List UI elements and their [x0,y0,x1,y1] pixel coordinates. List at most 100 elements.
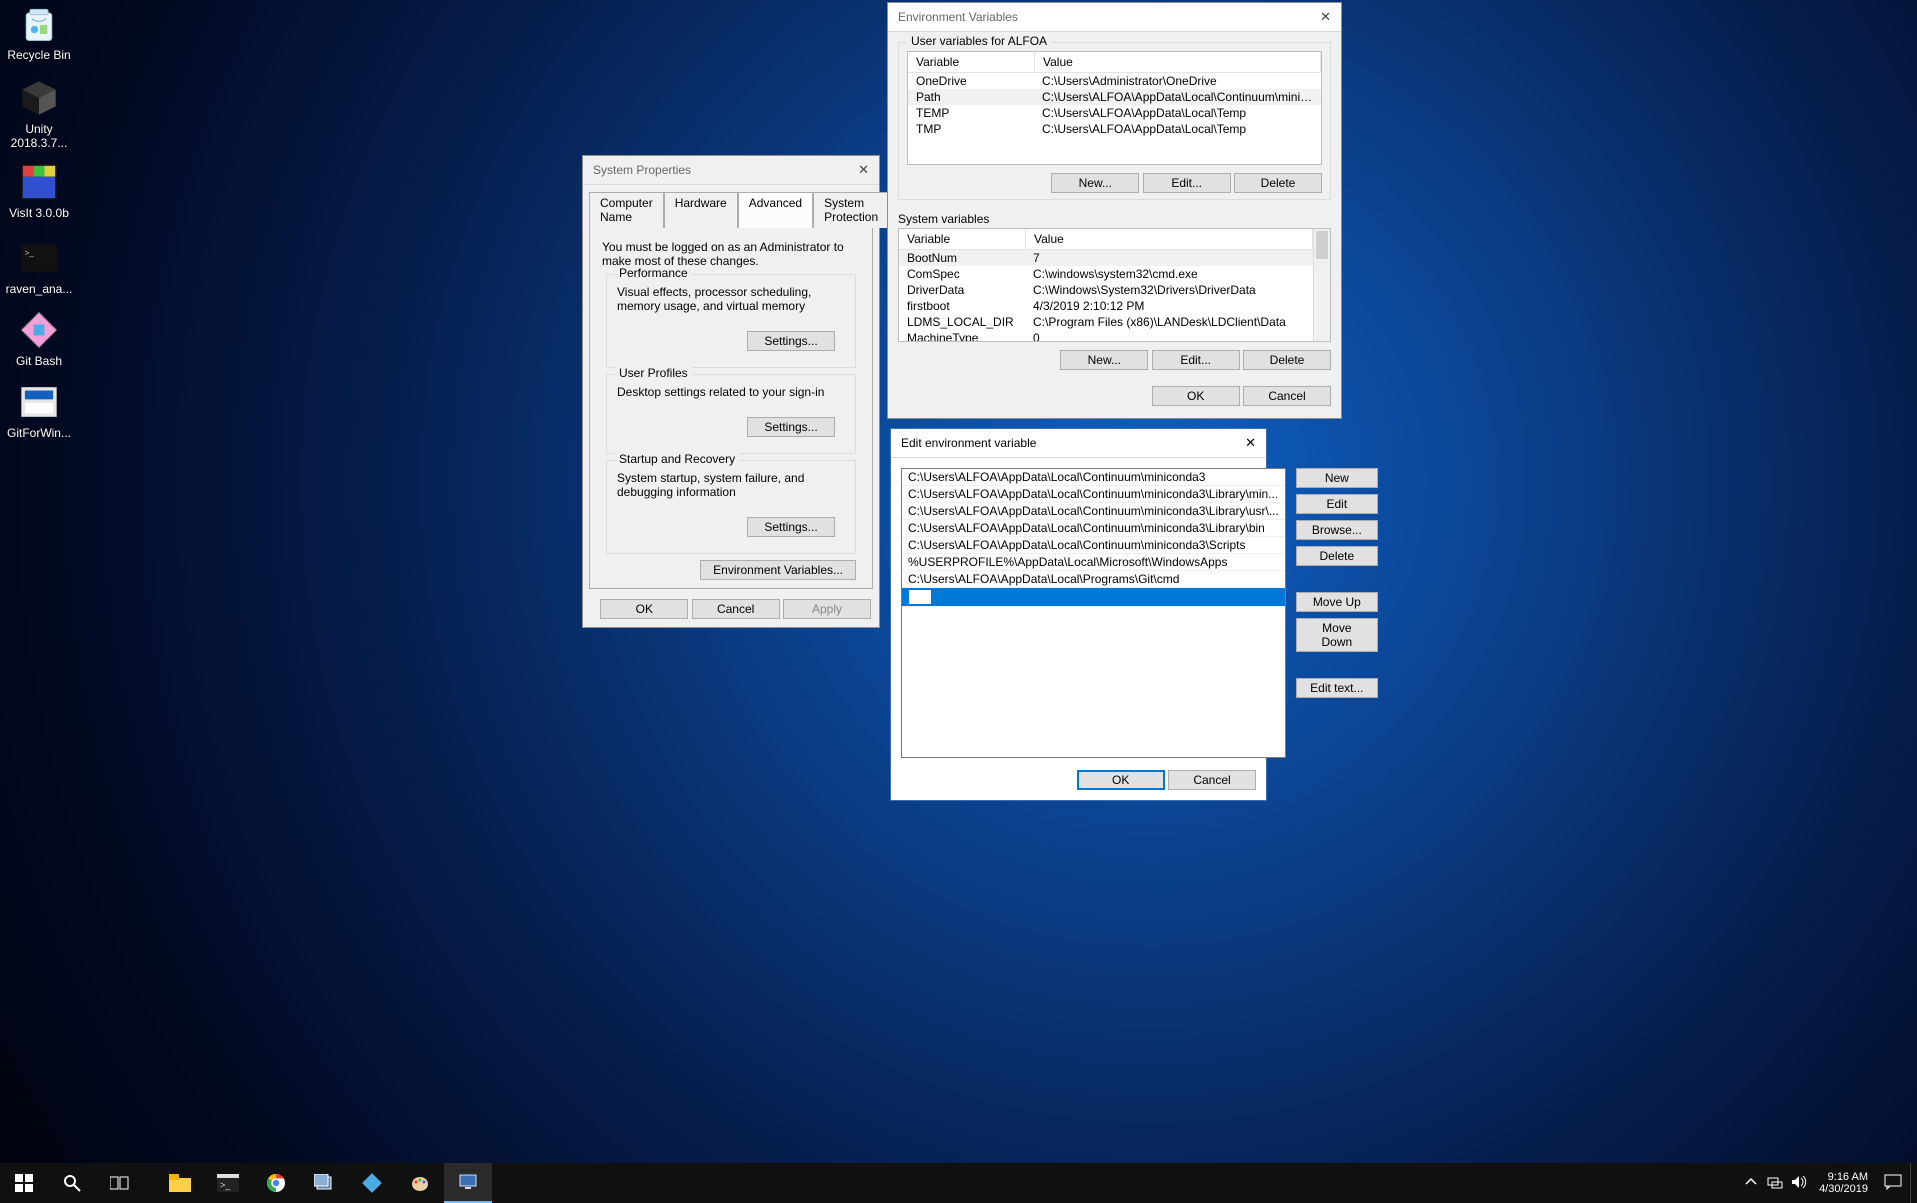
desktop-icon-unity[interactable]: Unity 2018.3.7... [0,76,78,150]
taskbar-app-generic1[interactable] [300,1163,348,1203]
user-var-row[interactable]: TMPC:\Users\ALFOA\AppData\Local\Temp [908,121,1321,137]
system-vars-legend: System variables [898,212,1331,226]
apply-button[interactable]: Apply [783,599,871,619]
edit-button[interactable]: Edit [1296,494,1378,514]
tray-network-icon[interactable] [1763,1175,1787,1192]
cell-value: C:\Program Files (x86)\LANDesk\LDClient\… [1025,314,1313,330]
action-center-icon[interactable] [1876,1174,1910,1193]
taskbar-app-git-bash[interactable] [348,1163,396,1203]
chrome-icon [266,1173,286,1193]
system-vars-listview[interactable]: Variable Value BootNum7ComSpecC:\windows… [898,228,1331,342]
sys-var-row[interactable]: BootNum7 [899,250,1313,266]
path-row[interactable]: C:\Users\ALFOA\AppData\Local\Continuum\m… [902,537,1285,554]
search-button[interactable] [48,1163,96,1203]
close-icon[interactable]: ✕ [1316,9,1335,25]
sys-var-row[interactable]: MachineType0 [899,330,1313,341]
path-row[interactable]: C:\Users\ALFOA\AppData\Local\Continuum\m… [902,503,1285,520]
tray-volume-icon[interactable] [1787,1175,1811,1192]
path-row[interactable]: C:\Users\ALFOA\AppData\Local\Continuum\m… [902,469,1285,486]
path-edit-input[interactable] [908,589,932,605]
tab-computer-name[interactable]: Computer Name [589,192,664,228]
desktop-icon-label: Recycle Bin [0,48,78,62]
scrollbar[interactable] [1313,229,1330,341]
move-up-button[interactable]: Move Up [1296,592,1378,612]
taskbar-app-explorer[interactable] [156,1163,204,1203]
performance-settings-button[interactable]: Settings... [747,331,835,351]
path-row[interactable]: %USERPROFILE%\AppData\Local\Microsoft\Wi… [902,554,1285,571]
window-stack-icon [314,1174,334,1192]
desktop-icon-git-bash[interactable]: Git Bash [0,308,78,368]
delete-button[interactable]: Delete [1296,546,1378,566]
taskbar-clock[interactable]: 9:16 AM 4/30/2019 [1811,1171,1876,1195]
environment-variables-button[interactable]: Environment Variables... [700,560,856,580]
tab-system-protection[interactable]: System Protection [813,192,889,228]
path-row[interactable]: C:\Users\ALFOA\AppData\Local\Continuum\m… [902,520,1285,537]
sys-var-row[interactable]: ComSpecC:\windows\system32\cmd.exe [899,266,1313,282]
user-profiles-settings-button[interactable]: Settings... [747,417,835,437]
path-edit-row[interactable] [902,588,1285,607]
user-edit-button[interactable]: Edit... [1143,173,1231,193]
new-button[interactable]: New [1296,468,1378,488]
recycle-bin-icon [17,2,61,46]
tray-chevron-up-icon[interactable] [1739,1176,1763,1191]
desktop-icon-label: GitForWin... [0,426,78,440]
sys-var-row[interactable]: DriverDataC:\Windows\System32\Drivers\Dr… [899,282,1313,298]
startup-recovery-group: Startup and Recovery System startup, sys… [606,460,856,554]
edit-text-button[interactable]: Edit text... [1296,678,1378,698]
taskbar-app-paint[interactable] [396,1163,444,1203]
path-row[interactable]: C:\Users\ALFOA\AppData\Local\Programs\Gi… [902,571,1285,588]
desktop-icon-raven[interactable]: >_ raven_ana... [0,236,78,296]
taskbar-app-chrome[interactable] [252,1163,300,1203]
sys-delete-button[interactable]: Delete [1243,350,1331,370]
tab-hardware[interactable]: Hardware [664,192,738,228]
performance-desc: Visual effects, processor scheduling, me… [617,285,845,313]
ok-button[interactable]: OK [1152,386,1240,406]
startup-recovery-desc: System startup, system failure, and debu… [617,471,845,499]
user-vars-listview[interactable]: Variable Value OneDriveC:\Users\Administ… [907,51,1322,165]
ok-button[interactable]: OK [600,599,688,619]
sys-var-row[interactable]: LDMS_LOCAL_DIRC:\Program Files (x86)\LAN… [899,314,1313,330]
user-delete-button[interactable]: Delete [1234,173,1322,193]
col-variable[interactable]: Variable [899,229,1026,249]
envvars-titlebar[interactable]: Environment Variables ✕ [888,3,1341,32]
editpath-titlebar[interactable]: Edit environment variable ✕ [891,429,1266,458]
tab-advanced[interactable]: Advanced [738,192,813,228]
user-profiles-desc: Desktop settings related to your sign-in [617,385,845,399]
taskbar-app-system-properties[interactable] [444,1163,492,1203]
desktop-icon-gitforwin[interactable]: GitForWin... [0,380,78,440]
taskbar-app-cmd[interactable]: >_ [204,1163,252,1203]
cancel-button[interactable]: Cancel [692,599,780,619]
sys-var-row[interactable]: firstboot4/3/2019 2:10:12 PM [899,298,1313,314]
system-properties-titlebar[interactable]: System Properties ✕ [583,156,879,185]
cell-variable: OneDrive [908,73,1034,89]
cell-value: C:\Users\ALFOA\AppData\Local\Continuum\m… [1034,89,1321,105]
start-button[interactable] [0,1163,48,1203]
browse-button[interactable]: Browse... [1296,520,1378,540]
show-desktop-button[interactable] [1910,1163,1917,1203]
cancel-button[interactable]: Cancel [1243,386,1331,406]
col-value[interactable]: Value [1035,52,1321,72]
ok-button[interactable]: OK [1077,770,1165,790]
move-down-button[interactable]: Move Down [1296,618,1378,652]
user-new-button[interactable]: New... [1051,173,1139,193]
close-icon[interactable]: ✕ [1241,435,1260,451]
sys-new-button[interactable]: New... [1060,350,1148,370]
desktop-icon-recycle-bin[interactable]: Recycle Bin [0,2,78,62]
close-icon[interactable]: ✕ [854,162,873,178]
startup-recovery-settings-button[interactable]: Settings... [747,517,835,537]
folder-icon [169,1174,191,1192]
cancel-button[interactable]: Cancel [1168,770,1256,790]
task-view-button[interactable] [96,1163,144,1203]
admin-note: You must be logged on as an Administrato… [602,240,860,268]
user-var-row[interactable]: PathC:\Users\ALFOA\AppData\Local\Continu… [908,89,1321,105]
path-entries-listbox[interactable]: C:\Users\ALFOA\AppData\Local\Continuum\m… [901,468,1286,758]
col-variable[interactable]: Variable [908,52,1035,72]
sys-edit-button[interactable]: Edit... [1152,350,1240,370]
cell-variable: firstboot [899,298,1025,314]
user-var-row[interactable]: TEMPC:\Users\ALFOA\AppData\Local\Temp [908,105,1321,121]
user-var-row[interactable]: OneDriveC:\Users\Administrator\OneDrive [908,73,1321,89]
path-row[interactable]: C:\Users\ALFOA\AppData\Local\Continuum\m… [902,486,1285,503]
col-value[interactable]: Value [1026,229,1313,249]
window-title: Environment Variables [898,10,1018,24]
desktop-icon-visit[interactable]: VisIt 3.0.0b [0,160,78,220]
